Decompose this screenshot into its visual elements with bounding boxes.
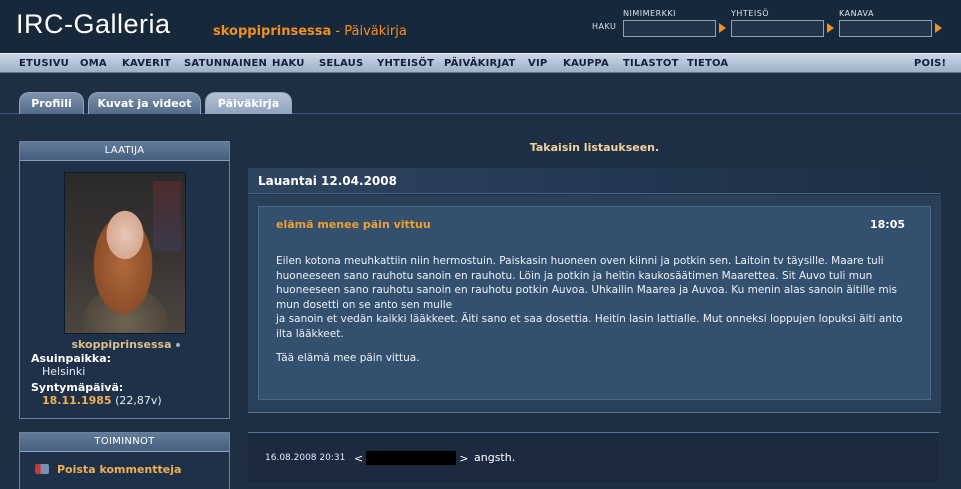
actions-box-title: TOIMINNOT bbox=[20, 433, 229, 452]
location-value: Helsinki bbox=[42, 365, 86, 378]
nav-item-yhteisot[interactable]: YHTEISÖT bbox=[377, 58, 434, 69]
page-title-section: Päiväkirja bbox=[344, 24, 407, 39]
diary-entry: elämä menee päin vittuu 18:05 Eilen koto… bbox=[248, 195, 941, 413]
birthday-label: Syntymäpäivä: bbox=[31, 381, 124, 394]
nav-item-tilastot[interactable]: TILASTOT bbox=[623, 58, 679, 69]
page-title-separator: - bbox=[331, 24, 345, 39]
page-title-username[interactable]: skoppiprinsessa bbox=[213, 24, 331, 39]
online-status-icon bbox=[175, 343, 180, 347]
nav-item-paivakirjat[interactable]: PÄIVÄKIRJAT bbox=[444, 58, 516, 69]
nav-item-vip[interactable]: VIP bbox=[528, 58, 547, 69]
community-search-label: YHTEISÖ bbox=[731, 9, 770, 18]
nav-item-etusivu[interactable]: ETUSIVU bbox=[19, 58, 69, 69]
entry-date-header: Lauantai 12.04.2008 bbox=[248, 168, 941, 194]
entry-paragraph: Tää elämä mee päin vittua. bbox=[276, 352, 420, 364]
diary-entry-panel: elämä menee päin vittuu 18:05 Eilen koto… bbox=[258, 206, 931, 400]
site-logo[interactable]: IRC-Galleria bbox=[16, 9, 171, 40]
nickname-search-go-icon[interactable] bbox=[719, 23, 726, 33]
avatar[interactable] bbox=[64, 172, 186, 334]
nav-item-kauppa[interactable]: KAUPPA bbox=[563, 58, 609, 69]
actions-box: TOIMINNOT Poista kommentteja bbox=[19, 432, 230, 489]
logout-link[interactable]: POIS! bbox=[914, 58, 946, 69]
nickname-search-label: NIMIMERKKI bbox=[623, 9, 676, 18]
nav-item-kaverit[interactable]: KAVERIT bbox=[122, 58, 171, 69]
channel-search-input[interactable] bbox=[839, 20, 932, 37]
nickname-search-input[interactable] bbox=[623, 20, 716, 37]
nav-item-satunnainen[interactable]: SATUNNAINEN bbox=[184, 58, 267, 69]
birthday-line: 18.11.1985 (22,87v) bbox=[42, 394, 162, 407]
profile-name-line: skoppiprinsessa bbox=[20, 338, 231, 351]
delete-comments-action[interactable]: Poista kommentteja bbox=[35, 463, 181, 476]
birthday-date: 18.11.1985 bbox=[42, 394, 112, 407]
profile-tabs: Profiili Kuvat ja videot Päiväkirja bbox=[0, 73, 961, 114]
creator-box-title: LAATIJA bbox=[20, 142, 229, 161]
entry-paragraph-text: ja sanoin et vedän kaikki lääkkeet. Äiti… bbox=[276, 313, 903, 340]
entry-body: Eilen kotona meuhkattiin niin hermostuin… bbox=[276, 254, 921, 376]
entry-title: elämä menee päin vittuu bbox=[276, 218, 431, 231]
back-to-list-link[interactable]: Takaisin listaukseen. bbox=[248, 141, 941, 154]
community-search-input[interactable] bbox=[731, 20, 824, 37]
age-value: (22,87v) bbox=[111, 394, 162, 407]
entry-paragraph-text: Eilen kotona meuhkattiin niin hermostuin… bbox=[276, 255, 897, 311]
nav-item-haku[interactable]: HAKU bbox=[272, 58, 305, 69]
entry-paragraph: Eilen kotona meuhkattiin niin hermostuin… bbox=[276, 254, 921, 341]
nav-item-oma[interactable]: OMA bbox=[80, 58, 107, 69]
tab-pictures-videos[interactable]: Kuvat ja videot bbox=[88, 92, 201, 114]
comment-author-close-bracket: > bbox=[459, 452, 469, 465]
nav-item-tietoa[interactable]: TIETOA bbox=[687, 58, 728, 69]
entry-time: 18:05 bbox=[869, 218, 905, 231]
delete-comments-icon bbox=[35, 464, 49, 474]
redacted-username bbox=[366, 451, 457, 465]
comment-date: 16.08.2008 20:31 bbox=[265, 453, 346, 463]
community-search-go-icon[interactable] bbox=[827, 23, 834, 33]
main-navigation: ETUSIVU OMA KAVERIT SATUNNAINEN HAKU SEL… bbox=[0, 53, 961, 73]
page-title: skoppiprinsessa - Päiväkirja bbox=[213, 24, 407, 39]
comment-text: angsth. bbox=[474, 451, 516, 464]
comment-row: 16.08.2008 20:31 < > angsth. bbox=[248, 432, 939, 482]
comment-author[interactable]: < > bbox=[354, 451, 468, 465]
comment-author-open-bracket: < bbox=[354, 452, 364, 465]
search-label: HAKU bbox=[592, 22, 617, 31]
profile-name-link[interactable]: skoppiprinsessa bbox=[71, 338, 171, 351]
nav-item-selaus[interactable]: SELAUS bbox=[319, 58, 363, 69]
channel-search-go-icon[interactable] bbox=[935, 23, 942, 33]
tab-diary[interactable]: Päiväkirja bbox=[205, 92, 292, 114]
site-header: IRC-Galleria skoppiprinsessa - Päiväkirj… bbox=[0, 0, 961, 53]
location-label: Asuinpaikka: bbox=[31, 352, 112, 365]
channel-search-label: KANAVA bbox=[839, 9, 874, 18]
delete-comments-link[interactable]: Poista kommentteja bbox=[57, 463, 181, 476]
tab-profile[interactable]: Profiili bbox=[19, 92, 84, 114]
creator-box: LAATIJA skoppiprinsessa Asuinpaikka: Hel… bbox=[19, 141, 230, 419]
